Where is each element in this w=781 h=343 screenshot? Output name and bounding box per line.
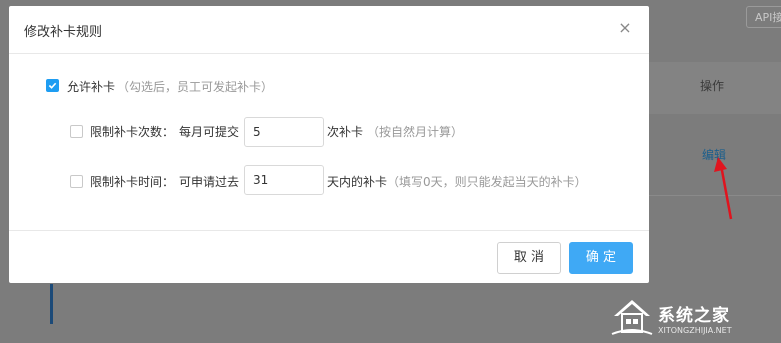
watermark-logo-icon	[611, 300, 653, 335]
close-icon[interactable]: ×	[617, 20, 633, 36]
dialog-header: 修改补卡规则 ×	[9, 6, 649, 54]
limit-time-prefix: 可申请过去	[179, 175, 240, 189]
api-button[interactable]: API接	[746, 6, 781, 28]
dialog-title: 修改补卡规则	[24, 25, 103, 40]
limit-count-suffix: 次补卡	[327, 125, 364, 139]
site-watermark: 系统之家 XITONGZHIJIA.NET	[608, 296, 781, 343]
limit-time-label: 限制补卡时间：	[90, 175, 175, 189]
limit-time-input[interactable]	[244, 165, 324, 195]
allow-makeup-checkbox[interactable]	[46, 79, 59, 92]
confirm-button[interactable]: 确 定	[569, 242, 633, 274]
edit-makeup-rule-dialog: 修改补卡规则 × 允许补卡 （勾选后，员工可发起补卡） 限制补卡次数： 每月可提…	[9, 6, 649, 283]
limit-count-checkbox[interactable]	[70, 125, 83, 138]
watermark-url-text: XITONGZHIJIA.NET	[658, 326, 732, 335]
allow-makeup-hint: （勾选后，员工可发起补卡）	[117, 80, 274, 94]
red-arrow-annotation-icon	[714, 157, 733, 220]
cancel-button[interactable]: 取 消	[497, 242, 561, 274]
limit-count-prefix: 每月可提交	[179, 125, 240, 139]
sidebar-active-indicator	[50, 284, 53, 324]
limit-time-hint: （填写0天，则只能发起当天的补卡）	[387, 175, 587, 189]
limit-count-hint: （按自然月计算）	[367, 125, 464, 139]
column-header-action: 操作	[700, 79, 725, 93]
watermark-brand-text: 系统之家	[658, 306, 730, 326]
limit-time-suffix: 天内的补卡	[327, 175, 388, 189]
allow-makeup-label: 允许补卡	[67, 80, 116, 94]
dialog-footer: 取 消 确 定	[9, 230, 649, 284]
limit-count-label: 限制补卡次数：	[90, 125, 175, 139]
check-icon	[48, 82, 57, 89]
limit-time-checkbox[interactable]	[70, 175, 83, 188]
limit-count-input[interactable]	[244, 117, 324, 147]
